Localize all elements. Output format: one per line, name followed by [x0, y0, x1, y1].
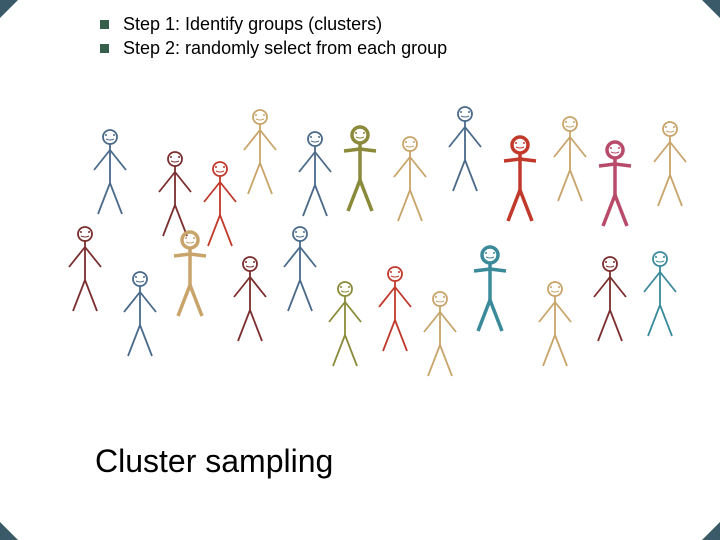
bullet-text: Step 1: Identify groups (clusters) — [123, 12, 382, 36]
stick-figure-icon — [650, 120, 690, 210]
stick-figure-icon — [500, 135, 540, 225]
slide-title: Cluster sampling — [95, 443, 333, 480]
stick-figure-icon — [295, 130, 335, 220]
stick-figure-icon — [170, 230, 210, 320]
corner-decoration — [702, 522, 720, 540]
stick-figure-icon — [340, 125, 380, 215]
stick-figure-icon — [155, 150, 195, 240]
stick-figure-icon — [280, 225, 320, 315]
stick-figure-icon — [325, 280, 365, 370]
stick-figure-icon — [240, 108, 280, 198]
stick-figure-icon — [375, 265, 415, 355]
stick-figure-icon — [590, 255, 630, 345]
corner-decoration — [0, 522, 18, 540]
stick-figure-icon — [640, 250, 680, 340]
bullet-text: Step 2: randomly select from each group — [123, 36, 447, 60]
bullet-item: Step 1: Identify groups (clusters) — [100, 12, 447, 36]
stick-figure-icon — [445, 105, 485, 195]
stick-figure-icon — [595, 140, 635, 230]
stick-figure-icon — [65, 225, 105, 315]
bullet-icon — [100, 20, 109, 29]
bullet-list: Step 1: Identify groups (clusters) Step … — [100, 12, 447, 61]
bullet-icon — [100, 44, 109, 53]
stick-figure-icon — [120, 270, 160, 360]
stick-figure-icon — [550, 115, 590, 205]
stick-figure-icon — [90, 128, 130, 218]
bullet-item: Step 2: randomly select from each group — [100, 36, 447, 60]
stick-figure-icon — [470, 245, 510, 335]
corner-decoration — [702, 0, 720, 18]
stick-figure-icon — [230, 255, 270, 345]
stick-figure-icon — [535, 280, 575, 370]
stick-figure-illustration — [60, 90, 680, 410]
corner-decoration — [0, 0, 18, 18]
stick-figure-icon — [390, 135, 430, 225]
stick-figure-icon — [420, 290, 460, 380]
